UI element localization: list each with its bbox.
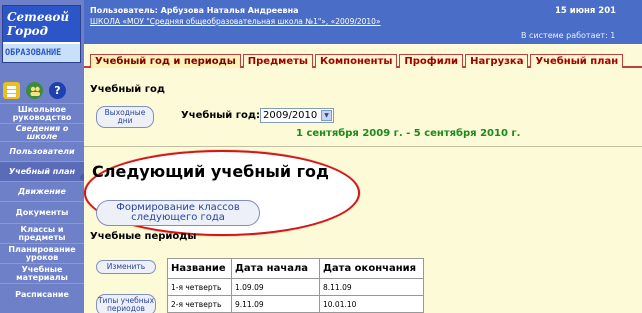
sidebar: Сетевой Город ОБРАЗОВАНИЕ ? Школьное рук…	[0, 0, 87, 313]
table-row: 2-я четверть 9.11.09 10.01.10	[167, 295, 424, 313]
year-select[interactable]: 2009/2010 ▼	[260, 108, 334, 123]
tabs: Учебный год и периоды Предметы Компонент…	[90, 54, 625, 68]
logo-subtitle: ОБРАЗОВАНИЕ	[3, 44, 80, 62]
cell-end: 10.01.10	[319, 295, 424, 313]
logo-title: Сетевой Город	[3, 6, 80, 42]
help-icon[interactable]: ?	[49, 82, 66, 99]
main-content: Учебный год Выходные дни Учебный год: 20…	[84, 68, 642, 313]
tab-curriculum[interactable]: Учебный план	[530, 54, 624, 68]
section-title-periods: Учебные периоды	[90, 231, 197, 242]
column-header-name: Название	[167, 258, 232, 279]
year-label: Учебный год:	[181, 110, 260, 121]
sidebar-item-schedule[interactable]: Расписание	[0, 283, 84, 305]
tab-subjects[interactable]: Предметы	[242, 54, 313, 68]
edit-button[interactable]: Изменить	[96, 260, 156, 274]
tab-load[interactable]: Нагрузка	[465, 54, 529, 68]
sidebar-item-documents[interactable]: Документы	[0, 201, 84, 223]
sidebar-item-school-management[interactable]: Школьное руководство	[0, 103, 84, 123]
year-select-value: 2009/2010	[263, 110, 318, 121]
logo-line-1: Сетевой	[7, 10, 70, 24]
current-user: Пользователь: Арбузова Наталья Андреевна	[90, 6, 299, 15]
quick-icons: ?	[3, 82, 81, 100]
sidebar-item-curriculum[interactable]: Учебный план	[0, 161, 84, 181]
tab-year-periods[interactable]: Учебный год и периоды	[90, 54, 241, 68]
cell-start: 1.09.09	[231, 278, 320, 296]
school-link[interactable]: ШКОЛА «МОУ "Средняя общеобразовательная …	[90, 17, 381, 26]
sidebar-item-school-info[interactable]: Сведения о школе	[0, 123, 84, 141]
tab-profiles[interactable]: Профили	[399, 54, 464, 68]
current-date: 15 июня 201	[555, 6, 617, 16]
periods-table: Название Дата начала Дата окончания 1-я …	[167, 258, 424, 313]
next-year-title: Следующий учебный год	[92, 162, 329, 181]
table-header-row: Название Дата начала Дата окончания	[167, 258, 424, 279]
sidebar-item-classes[interactable]: Классы и предметы	[0, 223, 84, 243]
year-date-range: 1 сентября 2009 г. - 5 сентября 2010 г.	[296, 128, 521, 139]
column-header-start: Дата начала	[231, 258, 320, 279]
cell-name: 2-я четверть	[167, 295, 232, 313]
period-types-button[interactable]: Типы учебных периодов	[96, 294, 156, 313]
tab-components[interactable]: Компоненты	[314, 54, 398, 68]
section-title-year: Учебный год	[90, 84, 165, 95]
people-icon[interactable]	[26, 82, 43, 99]
stack-icon[interactable]	[3, 82, 20, 99]
cell-end: 8.11.09	[319, 278, 424, 296]
table-row: 1-я четверть 1.09.09 8.11.09	[167, 278, 424, 296]
cell-start: 9.11.09	[231, 295, 320, 313]
sidebar-item-movement[interactable]: Движение	[0, 181, 84, 201]
divider	[84, 146, 642, 147]
online-status: В системе работает: 1	[521, 31, 616, 40]
form-classes-button[interactable]: Формирование классов следующего года	[96, 200, 260, 226]
sidebar-item-lesson-planning[interactable]: Планирование уроков	[0, 243, 84, 263]
sidebar-menu: Школьное руководство Сведения о школе По…	[0, 103, 84, 305]
chevron-down-icon[interactable]: ▼	[321, 110, 332, 121]
tabs-bar: Учебный год и периоды Предметы Компонент…	[84, 44, 642, 68]
sidebar-item-materials[interactable]: Учебные материалы	[0, 263, 84, 283]
logo[interactable]: Сетевой Город ОБРАЗОВАНИЕ	[2, 5, 81, 63]
cell-name: 1-я четверть	[167, 278, 232, 296]
holidays-button[interactable]: Выходные дни	[96, 106, 154, 128]
sidebar-item-users[interactable]: Пользователи	[0, 141, 84, 161]
header: Пользователь: Арбузова Наталья Андреевна…	[84, 0, 642, 44]
column-header-end: Дата окончания	[319, 258, 424, 279]
logo-line-2: Город	[7, 24, 49, 38]
